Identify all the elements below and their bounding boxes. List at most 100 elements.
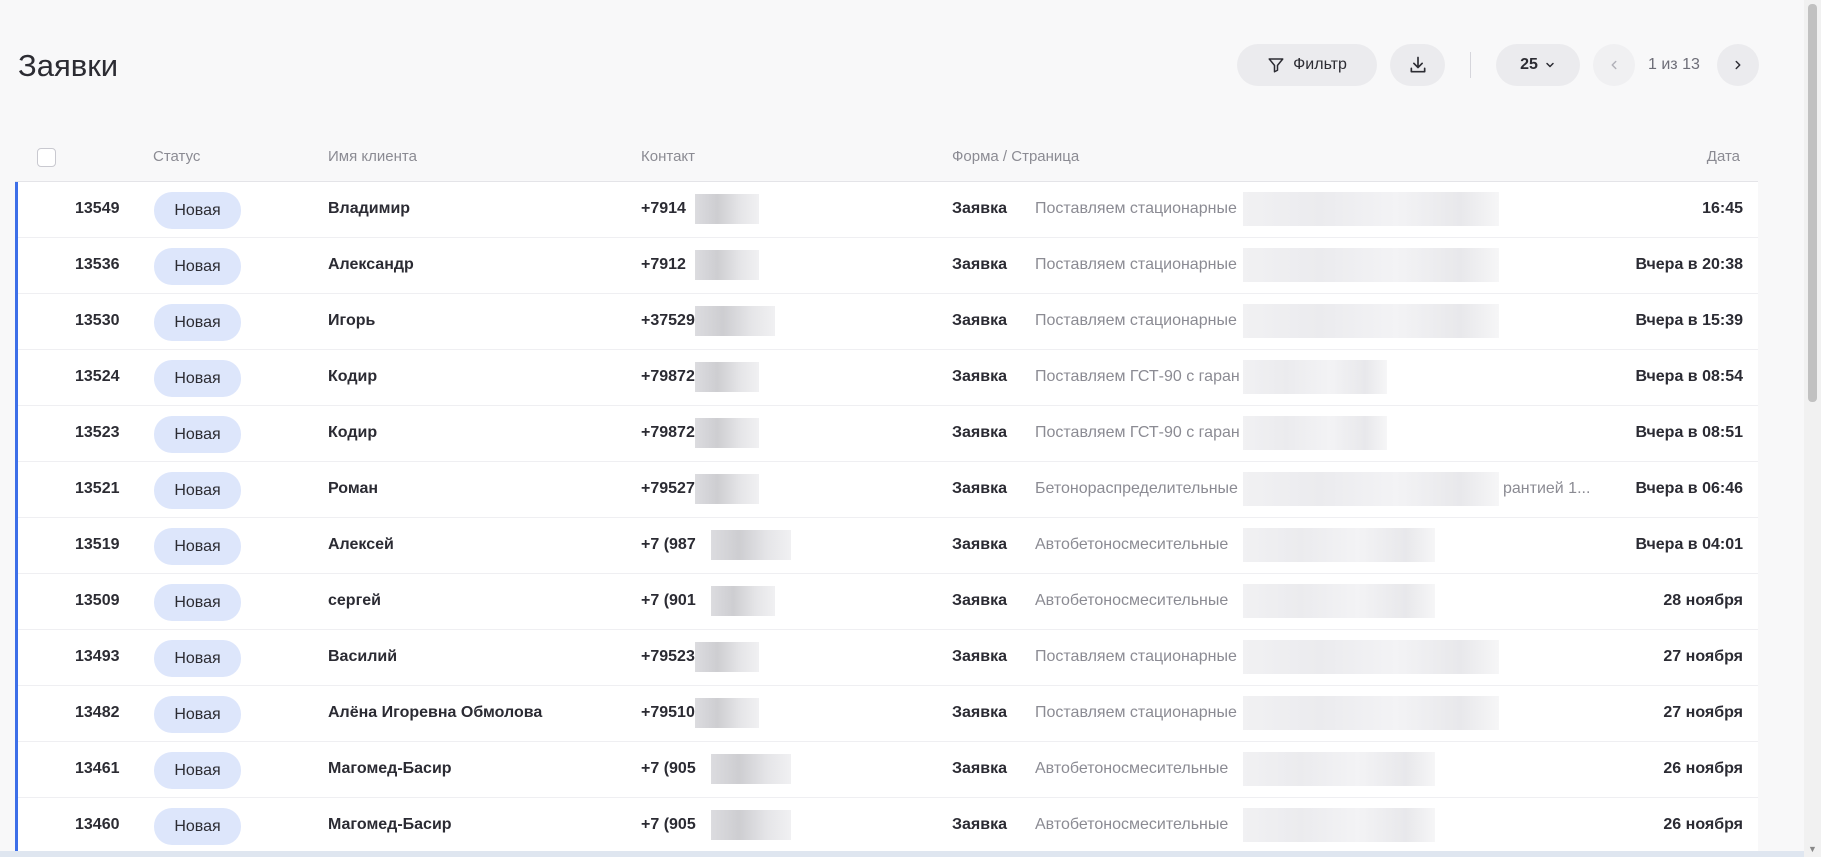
- redacted-phone-mask: [711, 530, 791, 560]
- status-badge[interactable]: Новая: [154, 584, 241, 621]
- per-page-value: 25: [1520, 56, 1538, 73]
- table-row[interactable]: 13519 Новая Алексей +7 (987 Заявка Автоб…: [18, 518, 1758, 574]
- request-id: 13509: [75, 592, 120, 609]
- client-name: Алёна Игоревна Обмолова: [328, 704, 543, 721]
- form-name: Заявка: [952, 704, 1007, 721]
- status-badge[interactable]: Новая: [154, 304, 241, 341]
- chevron-right-icon: [1735, 60, 1741, 70]
- table-row[interactable]: 13509 Новая сергей +7 (901 Заявка Автобе…: [18, 574, 1758, 630]
- page-name[interactable]: Поставляем стационарные: [1035, 200, 1237, 218]
- contact-phone: +79510: [641, 704, 695, 721]
- table-row[interactable]: 13523 Новая Кодир +79872 Заявка Поставля…: [18, 406, 1758, 462]
- table-row[interactable]: 13530 Новая Игорь +37529 Заявка Поставля…: [18, 294, 1758, 350]
- header-date[interactable]: Дата: [1707, 148, 1740, 165]
- page-name[interactable]: Поставляем стационарные: [1035, 704, 1237, 722]
- client-name: Алексей: [328, 536, 394, 553]
- status-badge[interactable]: Новая: [154, 640, 241, 677]
- pagination-info: 1 из 13: [1648, 56, 1700, 73]
- table-row[interactable]: 13461 Новая Магомед-Басир +7 (905 Заявка…: [18, 742, 1758, 798]
- redacted-phone-mask: [711, 754, 791, 784]
- status-badge[interactable]: Новая: [154, 752, 241, 789]
- contact-phone: +7 (905: [641, 816, 696, 833]
- form-name: Заявка: [952, 368, 1007, 385]
- redacted-phone-mask: [711, 586, 775, 616]
- bottom-edge: [0, 851, 1804, 857]
- table-row[interactable]: 13549 Новая Владимир +7914 Заявка Постав…: [18, 182, 1758, 238]
- request-id: 13493: [75, 648, 120, 665]
- page-header: Заявки Фильтр 25 1 из 13: [18, 44, 1759, 88]
- form-name: Заявка: [952, 424, 1007, 441]
- status-badge[interactable]: Новая: [154, 360, 241, 397]
- page-name[interactable]: Поставляем стационарные: [1035, 648, 1237, 666]
- client-name: Игорь: [328, 312, 376, 329]
- filter-button[interactable]: Фильтр: [1237, 44, 1377, 86]
- page-name[interactable]: Автобетоносмесительные: [1035, 536, 1228, 554]
- table-row[interactable]: 13524 Новая Кодир +79872 Заявка Поставля…: [18, 350, 1758, 406]
- redacted-page-mask: [1243, 808, 1435, 842]
- header-client[interactable]: Имя клиента: [328, 148, 417, 165]
- status-badge[interactable]: Новая: [154, 192, 241, 229]
- prev-page-button[interactable]: [1593, 44, 1635, 86]
- contact-phone: +37529: [641, 312, 695, 329]
- form-name: Заявка: [952, 200, 1007, 217]
- header-status[interactable]: Статус: [153, 148, 200, 165]
- request-date: Вчера в 20:38: [1635, 256, 1743, 273]
- status-badge[interactable]: Новая: [154, 416, 241, 453]
- contact-phone: +79527: [641, 480, 695, 497]
- page-name[interactable]: Автобетоносмесительные: [1035, 816, 1228, 834]
- table-row[interactable]: 13482 Новая Алёна Игоревна Обмолова +795…: [18, 686, 1758, 742]
- status-badge[interactable]: Новая: [154, 248, 241, 285]
- contact-phone: +7 (905: [641, 760, 696, 777]
- chevron-left-icon: [1611, 60, 1617, 70]
- contact-phone: +79872: [641, 424, 695, 441]
- request-date: Вчера в 08:51: [1635, 424, 1743, 441]
- page-name[interactable]: Поставляем стационарные: [1035, 256, 1237, 274]
- redacted-phone-mask: [695, 362, 759, 392]
- redacted-page-mask: [1243, 416, 1387, 450]
- scroll-thumb[interactable]: [1808, 4, 1817, 402]
- redacted-page-mask: [1243, 248, 1499, 282]
- select-all-checkbox[interactable]: [37, 148, 56, 167]
- redacted-page-mask: [1243, 584, 1435, 618]
- redacted-phone-mask: [695, 642, 759, 672]
- download-button[interactable]: [1390, 44, 1445, 86]
- status-badge[interactable]: Новая: [154, 472, 241, 509]
- request-id: 13549: [75, 200, 120, 217]
- header-form-page[interactable]: Форма / Страница: [952, 148, 1079, 165]
- page-name[interactable]: Бетонораспределительные: [1035, 480, 1238, 498]
- page-name[interactable]: Поставляем ГСТ-90 с гаран: [1035, 424, 1240, 442]
- request-id: 13524: [75, 368, 120, 385]
- client-name: Роман: [328, 480, 379, 497]
- next-page-button[interactable]: [1717, 44, 1759, 86]
- status-badge[interactable]: Новая: [154, 696, 241, 733]
- table-row[interactable]: 13536 Новая Александр +7912 Заявка Поста…: [18, 238, 1758, 294]
- table-row[interactable]: 13460 Новая Магомед-Басир +7 (905 Заявка…: [18, 798, 1758, 854]
- client-name: Александр: [328, 256, 414, 273]
- page-name[interactable]: Автобетоносмесительные: [1035, 760, 1228, 778]
- chevron-down-icon: [1546, 62, 1554, 68]
- table-row[interactable]: 13493 Новая Василий +79523 Заявка Постав…: [18, 630, 1758, 686]
- redacted-phone-mask: [711, 810, 791, 840]
- request-date: Вчера в 08:54: [1635, 368, 1743, 385]
- redacted-phone-mask: [695, 306, 775, 336]
- per-page-select[interactable]: 25: [1496, 44, 1580, 86]
- request-id: 13536: [75, 256, 120, 273]
- status-badge[interactable]: Новая: [154, 528, 241, 565]
- request-id: 13461: [75, 760, 120, 777]
- page-name[interactable]: Поставляем стационарные: [1035, 312, 1237, 330]
- form-name: Заявка: [952, 760, 1007, 777]
- table-row[interactable]: 13521 Новая Роман +79527 Заявка Бетонора…: [18, 462, 1758, 518]
- request-date: 27 ноября: [1663, 704, 1743, 721]
- status-badge[interactable]: Новая: [154, 808, 241, 845]
- form-name: Заявка: [952, 816, 1007, 833]
- page-name[interactable]: Поставляем ГСТ-90 с гаран: [1035, 368, 1240, 386]
- header-contact[interactable]: Контакт: [641, 148, 695, 165]
- redacted-page-mask: [1243, 304, 1499, 338]
- scroll-down-arrow[interactable]: ▼: [1808, 844, 1817, 854]
- request-date: 28 ноября: [1663, 592, 1743, 609]
- contact-phone: +79872: [641, 368, 695, 385]
- vertical-scrollbar[interactable]: ▼: [1804, 0, 1821, 857]
- page-name[interactable]: Автобетоносмесительные: [1035, 592, 1228, 610]
- form-name: Заявка: [952, 480, 1007, 497]
- request-date: 27 ноября: [1663, 648, 1743, 665]
